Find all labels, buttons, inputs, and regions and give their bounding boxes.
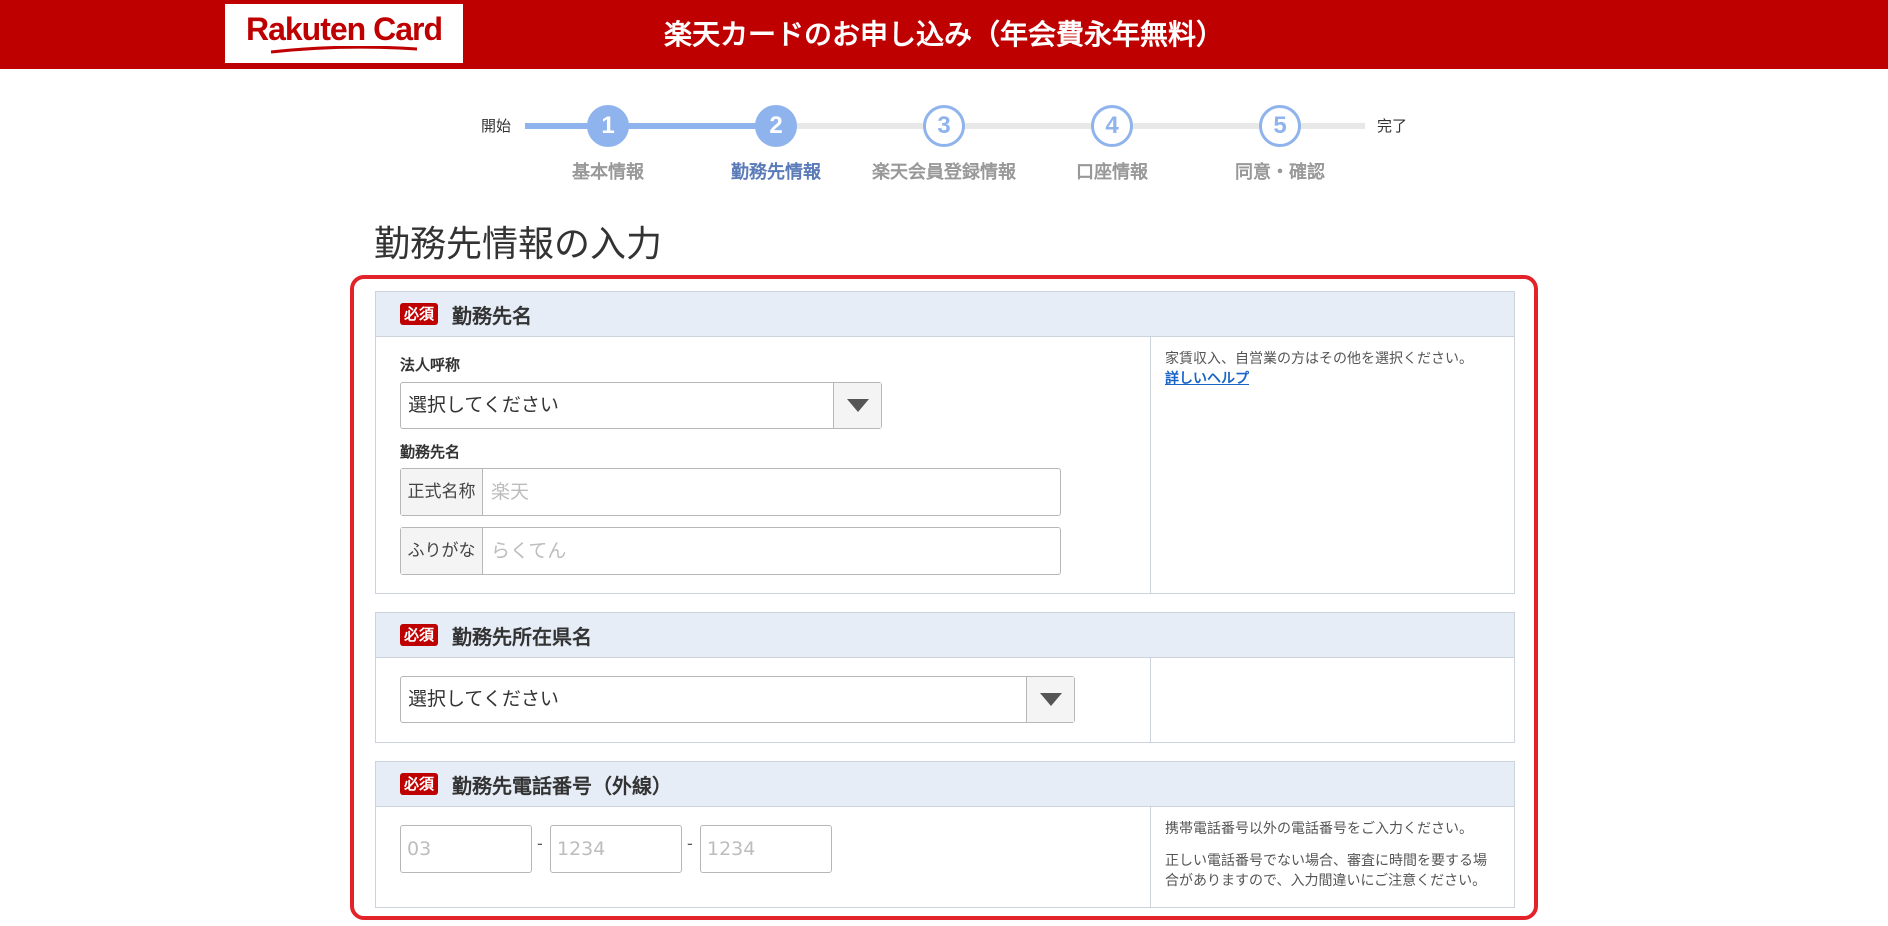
phone-note-accuracy: 正しい電話番号でない場合、審査に時間を要する場合がありますので、入力間違いにご注… (1165, 853, 1487, 889)
corp-type-dropdown-button[interactable] (833, 383, 881, 428)
detailed-help-link[interactable]: 詳しいヘルプ (1165, 371, 1249, 387)
kana-name-addon: ふりがな (401, 528, 483, 574)
section-title: 勤務先名 (452, 303, 533, 328)
phone-exchange-input[interactable]: 1234 (550, 825, 682, 873)
header-bar: 楽天カードのお申し込み（年会費永年無料） Rakuten Card (0, 0, 1888, 69)
employer-name-label: 勤務先名 (400, 443, 461, 461)
page-title: 勤務先情報の入力 (374, 224, 663, 265)
step-5-label: 同意・確認 (1235, 162, 1325, 183)
phone-number-input[interactable]: 1234 (700, 825, 832, 873)
logo-text: Rakuten Card (245, 11, 443, 47)
section-title: 勤務先所在県名 (452, 624, 593, 649)
employer-name-section: 必須 勤務先名 法人呼称 選択してください 勤務先名 正式名称 楽天 ふりがな … (375, 291, 1515, 594)
section-title: 勤務先電話番号（外線） (452, 773, 673, 798)
employer-help-text: 家賃収入、自営業の方はその他を選択ください。 (1165, 351, 1473, 367)
phone-separator: - (687, 834, 693, 853)
step-2-circle: 2 (755, 105, 797, 147)
employer-prefecture-section: 必須 勤務先所在県名 選択してください (375, 612, 1515, 743)
required-badge: 必須 (400, 303, 439, 325)
step-4-circle: 4 (1091, 105, 1133, 147)
prefecture-select[interactable]: 選択してください (400, 676, 1075, 723)
employer-official-name-field[interactable]: 正式名称 楽天 (400, 468, 1061, 516)
phone-separator: - (537, 834, 543, 853)
corp-type-select-value: 選択してください (408, 394, 559, 416)
employer-name-header: 必須 勤務先名 (376, 292, 1514, 337)
step-1-circle: 1 (587, 105, 629, 147)
prefecture-help-panel (1150, 658, 1514, 742)
corp-type-select[interactable]: 選択してください (400, 382, 882, 429)
official-name-input[interactable]: 楽天 (483, 469, 1060, 515)
stepper-end-label: 完了 (1377, 117, 1408, 135)
phone-area-code-input[interactable]: 03 (400, 825, 532, 873)
stepper-track-completed (525, 123, 777, 129)
progress-stepper: 開始 完了 1 2 3 4 5 基本情報 勤務先情報 楽天会員登録情報 口座情報… (0, 100, 1888, 190)
step-3-circle: 3 (923, 105, 965, 147)
caret-down-icon (1039, 693, 1062, 706)
employer-help-panel: 家賃収入、自営業の方はその他を選択ください。 詳しいヘルプ (1150, 337, 1514, 593)
step-5-circle: 5 (1259, 105, 1301, 147)
phone-header: 必須 勤務先電話番号（外線） (376, 762, 1514, 807)
prefecture-dropdown-button[interactable] (1026, 677, 1074, 722)
corp-type-label: 法人呼称 (400, 356, 461, 374)
prefecture-select-value: 選択してください (408, 688, 559, 710)
rakuten-card-logo[interactable]: Rakuten Card (225, 4, 463, 63)
required-badge: 必須 (400, 773, 439, 795)
stepper-start-label: 開始 (481, 117, 512, 135)
required-badge: 必須 (400, 624, 439, 646)
phone-note-mobile: 携帯電話番号以外の電話番号をご入力ください。 (1165, 821, 1473, 837)
logo-swoosh-icon (270, 46, 418, 54)
kana-name-input[interactable]: らくてん (483, 528, 1060, 574)
phone-help-panel: 携帯電話番号以外の電話番号をご入力ください。 正しい電話番号でない場合、審査に時… (1150, 807, 1514, 907)
employer-kana-name-field[interactable]: ふりがな らくてん (400, 527, 1061, 575)
employer-phone-section: 必須 勤務先電話番号（外線） 03 - 1234 - 1234 携帯電話番号以外… (375, 761, 1515, 908)
caret-down-icon (846, 399, 869, 412)
prefecture-header: 必須 勤務先所在県名 (376, 613, 1514, 658)
official-name-addon: 正式名称 (401, 469, 483, 515)
